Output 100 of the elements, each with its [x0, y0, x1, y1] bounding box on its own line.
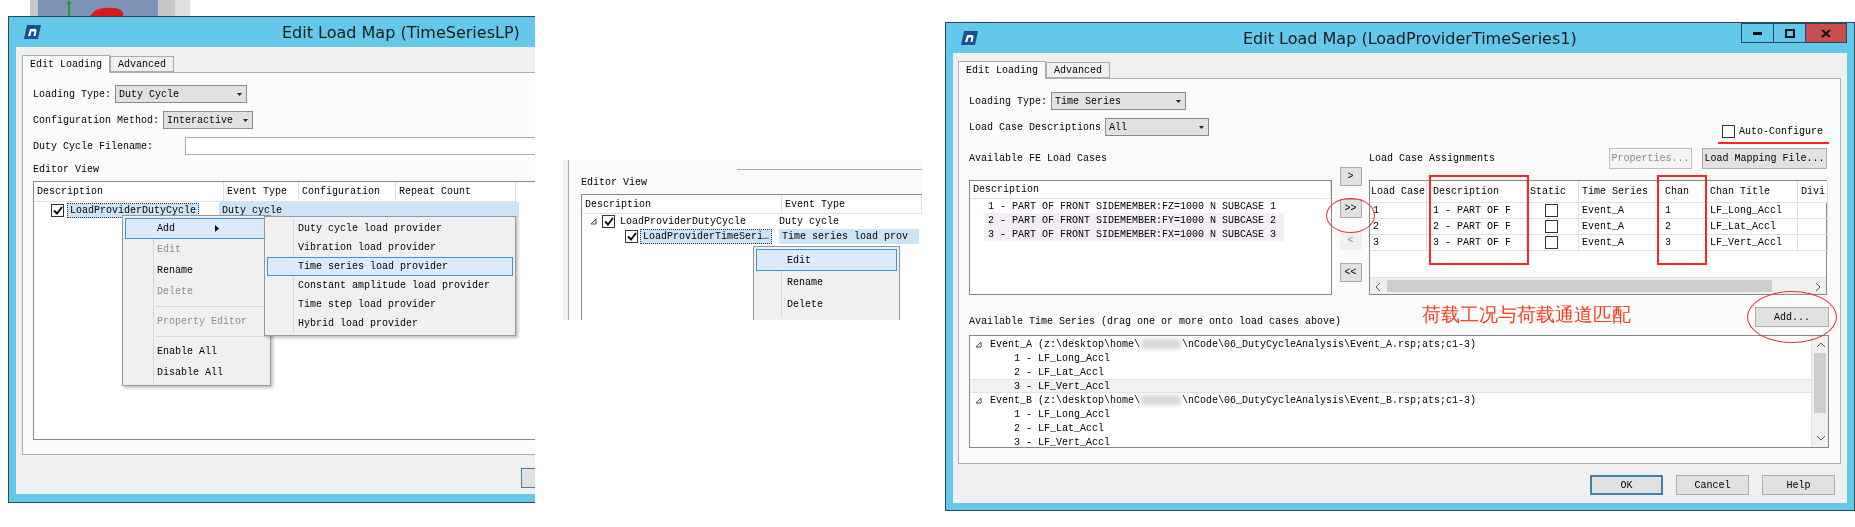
redaction-blur: [1141, 395, 1182, 405]
tree-item[interactable]: 3 - LF_Vert_Accl: [970, 435, 1811, 447]
column-header[interactable]: Description: [34, 182, 224, 202]
checkbox[interactable]: [1545, 236, 1558, 249]
column-header[interactable]: Event Type: [782, 195, 922, 214]
dialog-button[interactable]: [521, 468, 535, 488]
dropdown[interactable]: Duty Cycle: [115, 85, 247, 103]
tab[interactable]: Advanced: [1046, 62, 1111, 78]
checkbox-label: Auto-Configure: [1739, 125, 1823, 137]
transfer-button[interactable]: >: [1339, 167, 1362, 186]
table-cell: LF_Long_Accl: [1707, 203, 1798, 219]
caret-icon: [237, 92, 242, 96]
tree-item[interactable]: LoadProviderDutyCycle: [617, 214, 750, 229]
scroll-left-icon: [1376, 282, 1381, 291]
scrollbar-thumb[interactable]: [1814, 353, 1826, 413]
horizontal-scrollbar[interactable]: [1370, 277, 1826, 294]
menu-item[interactable]: Rename: [125, 260, 268, 281]
tab[interactable]: Edit Loading: [958, 61, 1046, 79]
column-header[interactable]: Configuration: [299, 182, 396, 202]
checkbox[interactable]: [51, 203, 64, 217]
field-label: Load Case Descriptions: [969, 121, 1102, 133]
tree-item-text: \nCode\06_DutyCycleAnalysis\Event_A.rsp;ats;c1-3): [1182, 338, 1477, 350]
tree-item-text: \nCode\06_DutyCycleAnalysis\Event_B.rsp;ats;c1-3): [1182, 394, 1477, 406]
scrollbar-thumb[interactable]: [1387, 280, 1772, 292]
close-button[interactable]: [1806, 23, 1847, 43]
table-cell: 1 - PART OF F: [1427, 203, 1527, 219]
add-button[interactable]: Add...: [1755, 307, 1829, 327]
column-header[interactable]: Divi: [1798, 181, 1828, 203]
dropdown[interactable]: Time Series: [1051, 92, 1186, 110]
column-header[interactable]: Description: [582, 195, 782, 214]
list-item[interactable]: 2 - PART OF FRONT SIDEMEMBER:FY=1000 N SUBCASE 2: [984, 213, 1284, 227]
dialog-button[interactable]: Help: [1762, 475, 1835, 495]
menu-item[interactable]: Vibration load provider: [267, 238, 513, 257]
window-title: Edit Load Map (LoadProviderTimeSeries1): [1243, 29, 1577, 48]
checkbox[interactable]: [1722, 124, 1735, 138]
checkbox[interactable]: [1545, 204, 1558, 217]
expand-arrow-icon[interactable]: [590, 218, 597, 225]
transfer-button[interactable]: <<: [1339, 263, 1362, 282]
section-label: Load Case Assignments: [1369, 153, 1496, 164]
tree-item[interactable]: 2 - LF_Lat_Accl: [970, 365, 1811, 379]
dropdown[interactable]: All: [1105, 118, 1210, 136]
redaction-blur: [1141, 339, 1182, 349]
tree-item[interactable]: Event_B (z:\desktop\home\: [987, 394, 1141, 406]
transfer-button[interactable]: >>: [1339, 199, 1362, 218]
section-label: Available FE Load Cases: [969, 153, 1108, 164]
input-field[interactable]: [185, 137, 535, 155]
tab[interactable]: Edit Loading: [22, 55, 110, 73]
tree-item[interactable]: Event_A (z:\desktop\home\: [987, 338, 1141, 350]
menu-item[interactable]: Disable All: [125, 362, 268, 383]
field-label: Loading Type:: [969, 95, 1047, 107]
dialog-button[interactable]: OK: [1590, 475, 1663, 495]
maximize-icon: [1784, 28, 1795, 38]
menu-item[interactable]: Constant amplitude load provider: [267, 276, 513, 295]
column-header[interactable]: Load Case: [1370, 181, 1427, 203]
maximize-button[interactable]: [1774, 23, 1806, 43]
dropdown[interactable]: Interactive: [163, 111, 254, 129]
column-header[interactable]: Description: [970, 181, 1331, 199]
tree-item[interactable]: 1 - LF_Long_Accl: [970, 351, 1811, 365]
column-header[interactable]: Description: [1427, 181, 1527, 203]
submenu-arrow-icon: [215, 225, 219, 232]
menu-item[interactable]: Delete: [756, 293, 897, 315]
tree-item[interactable]: LoadProviderDutyCycle: [67, 202, 200, 218]
checkbox[interactable]: [602, 215, 615, 228]
list-item[interactable]: 1 - PART OF FRONT SIDEMEMBER:FZ=1000 N SUBCASE 1: [984, 199, 1284, 213]
tree-item[interactable]: 1 - LF_Long_Accl: [970, 407, 1811, 421]
menu-item[interactable]: Enable All: [125, 341, 268, 362]
check-icon: [603, 217, 614, 226]
tree-item[interactable]: 3 - LF_Vert_Accl: [970, 379, 1811, 393]
table-cell: 3 - PART OF F: [1427, 235, 1527, 251]
menu-item[interactable]: Time step load provider: [267, 295, 513, 314]
column-header[interactable]: Repeat Count: [396, 182, 516, 202]
menu-item[interactable]: Rename: [756, 271, 897, 293]
expand-arrow-icon[interactable]: [975, 340, 982, 348]
table-cell: Event_A: [1579, 203, 1659, 219]
section-label: Editor View: [581, 177, 648, 188]
menu-item[interactable]: Edit: [756, 249, 897, 271]
table-cell: 1: [1659, 203, 1707, 219]
list-item[interactable]: 3 - PART OF FRONT SIDEMEMBER:FX=1000 N SUBCASE 3: [984, 227, 1284, 241]
dialog-button[interactable]: Cancel: [1676, 475, 1749, 495]
menu-item[interactable]: Time series load provider: [267, 257, 513, 276]
table-cell: [1798, 203, 1828, 219]
dialog-button[interactable]: Load Mapping File...: [1702, 148, 1827, 169]
column-header[interactable]: Static: [1527, 181, 1579, 203]
tree-item[interactable]: 2 - LF_Lat_Accl: [970, 421, 1811, 435]
column-header[interactable]: Chan Title: [1707, 181, 1798, 203]
tab[interactable]: Advanced: [110, 56, 175, 72]
checkbox[interactable]: [625, 230, 638, 243]
minimize-button[interactable]: [1742, 23, 1774, 43]
checkbox[interactable]: [1545, 220, 1558, 233]
table-cell: Event_A: [1579, 235, 1659, 251]
column-header[interactable]: Event Type: [224, 182, 299, 202]
menu-item[interactable]: Duty cycle load provider: [267, 219, 513, 238]
caret-icon: [1176, 99, 1181, 103]
table-cell: 3: [1659, 235, 1707, 251]
window-title: Edit Load Map (TimeSeriesLP): [282, 23, 520, 42]
vertical-scrollbar[interactable]: [1811, 336, 1828, 447]
menu-item[interactable]: Hybrid load provider: [267, 314, 513, 333]
tree-item[interactable]: LoadProviderTimeSeri…: [640, 229, 773, 244]
annotation-text: 荷载工况与荷载通道匹配: [1422, 302, 1632, 327]
expand-arrow-icon[interactable]: [975, 396, 982, 404]
